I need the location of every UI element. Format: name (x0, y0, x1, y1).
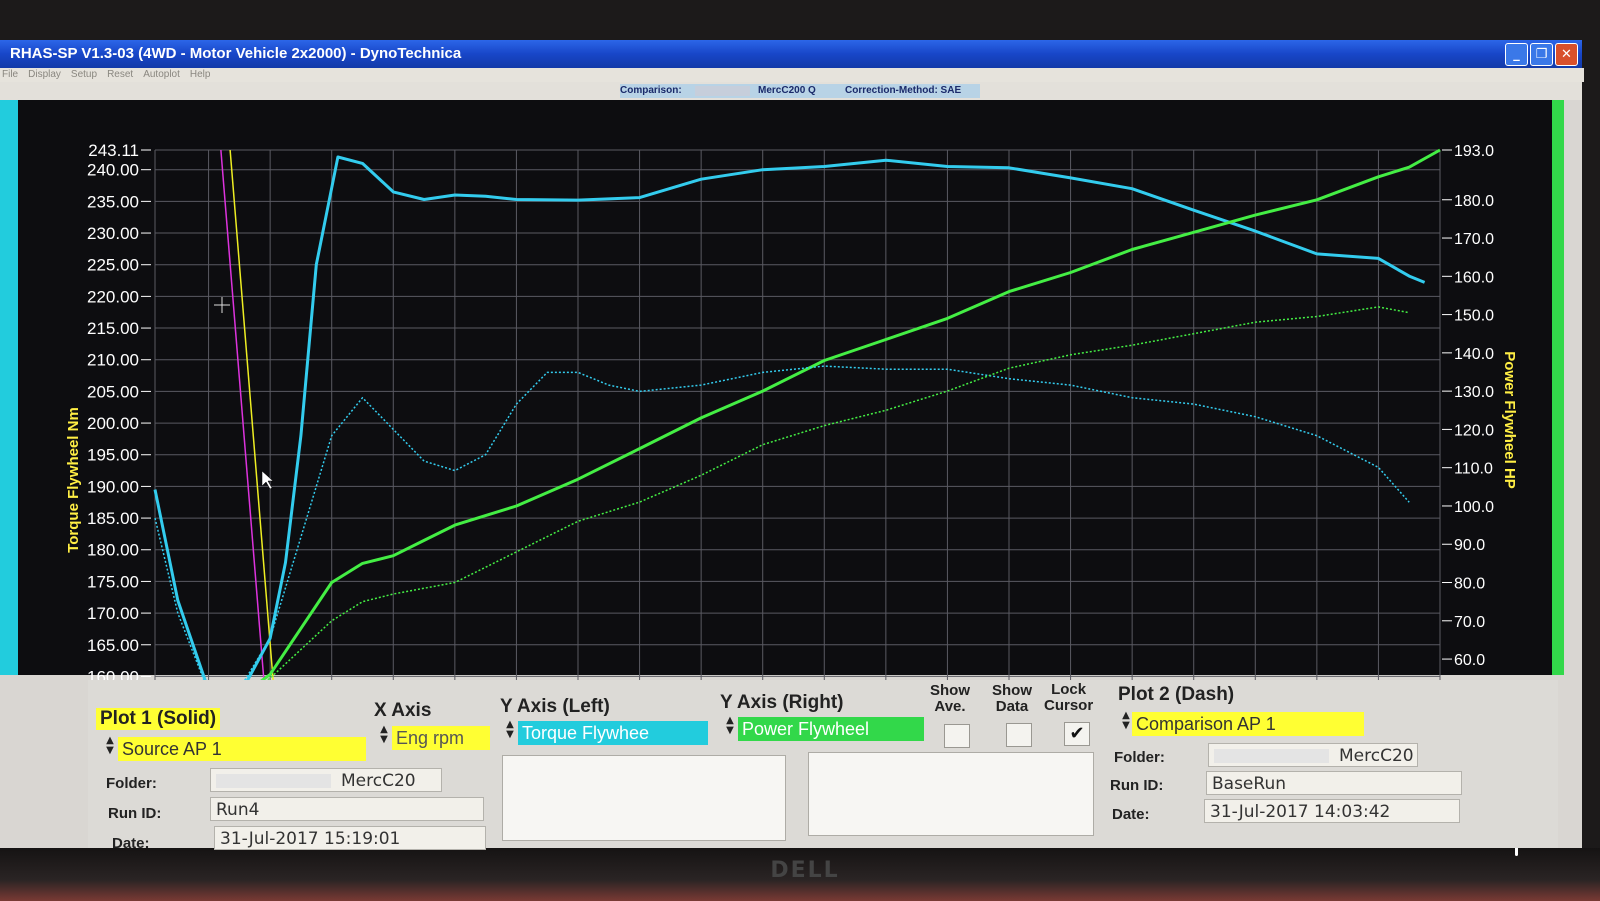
show-data-label: Show Data (992, 682, 1032, 715)
plot1-source-select[interactable]: Source AP 1 (118, 737, 366, 761)
series-line-2 (154, 365, 1410, 694)
maximize-button[interactable]: ❐ (1530, 43, 1553, 66)
plot2-source-select[interactable]: Comparison AP 1 (1132, 712, 1364, 736)
y-left-spinner[interactable]: ▲ ▼ (504, 720, 516, 740)
x-axis-select[interactable]: Eng rpm (392, 726, 490, 750)
plot1-source-spinner[interactable]: ▲ ▼ (104, 736, 116, 756)
y-left-tick-label: 240.00 (87, 161, 139, 180)
lock-cursor-label: Lock Cursor (1044, 681, 1094, 714)
y-left-axis-title: Torque Flywheel Nm (65, 407, 82, 553)
show-ave-checkbox[interactable] (944, 724, 970, 748)
y-left-tick-label: 215.00 (87, 319, 139, 338)
plot1-runid-field[interactable]: Run4 (210, 797, 484, 821)
y-left-tick-label: 195.00 (87, 446, 139, 465)
y-left-tick-label: 170.00 (87, 604, 139, 623)
y-left-tick-label: 235.00 (87, 192, 139, 211)
info-box-left (502, 755, 786, 841)
plot1-runid-label: Run ID: (108, 805, 162, 822)
y-right-tick-label: 100.0 (1454, 499, 1494, 516)
control-panel: Plot 1 (Solid) ▲ ▼ Source AP 1 Folder: Me… (88, 680, 1558, 852)
plot1-folder-field[interactable]: MercC20 (210, 768, 442, 792)
plot1-date-field[interactable]: 31-Jul-2017 15:19:01 (214, 826, 486, 850)
minimize-button[interactable]: _ (1505, 43, 1528, 66)
plot2-source-spinner[interactable]: ▲ ▼ (1120, 711, 1132, 731)
plot1-date-label: Date: (112, 835, 150, 852)
y-left-tick-label: 185.00 (87, 509, 139, 528)
y-right-tick-label: 193.0 (1454, 143, 1494, 160)
y-left-tick-label: 243.11 (88, 141, 139, 160)
crosshair-marker (214, 297, 230, 313)
show-data-checkbox[interactable] (1006, 723, 1032, 747)
plot1-folder-value: MercC20 (341, 771, 416, 791)
info-box-right (808, 752, 1094, 836)
y-right-tick-label: 180.0 (1454, 193, 1494, 210)
x-axis-spinner[interactable]: ▲ ▼ (378, 725, 390, 745)
y-right-tick-label: 120.0 (1454, 422, 1494, 439)
window-controls: _ ❐ ✕ (1505, 43, 1578, 66)
y-left-tick-label: 180.00 (87, 541, 139, 560)
plot2-date-label: Date: (1112, 806, 1150, 823)
plot2-date-field[interactable]: 31-Jul-2017 14:03:42 (1204, 799, 1460, 823)
y-left-tick-label: 225.00 (87, 256, 139, 275)
lock-cursor-checkbox[interactable]: ✔ (1064, 722, 1090, 746)
y-left-tick-label: 200.00 (87, 414, 139, 433)
y-right-axis-title: Power Flywheel HP (1501, 351, 1518, 489)
plot2-runid-field[interactable]: BaseRun (1206, 771, 1462, 795)
title-bar: RHAS-SP V1.3-03 (4WD - Motor Vehicle 2x2… (0, 40, 1582, 68)
y-right-tick-label: 110.0 (1454, 461, 1493, 478)
y-right-axis-panel-title: Y Axis (Right) (720, 692, 844, 713)
y-right-tick-label: 80.0 (1454, 576, 1485, 593)
y-right-tick-label: 130.0 (1454, 384, 1494, 401)
monitor-logo: DELL (770, 858, 840, 883)
y-right-tick-label: 70.0 (1454, 614, 1485, 631)
y-left-tick-label: 230.00 (87, 224, 139, 243)
app-window: RHAS-SP V1.3-03 (4WD - Motor Vehicle 2x2… (0, 40, 1584, 852)
y-right-tick-label: 60.0 (1454, 652, 1485, 669)
plot1-folder-label: Folder: (106, 775, 157, 792)
y-right-spinner[interactable]: ▲ ▼ (724, 716, 736, 736)
show-ave-label: Show Ave. (930, 682, 970, 715)
y-left-tick-label: 210.00 (87, 351, 139, 370)
x-axis-title: X Axis (374, 700, 432, 721)
close-button[interactable]: ✕ (1555, 43, 1578, 66)
y-left-tick-label: 175.00 (87, 572, 139, 591)
y-right-tick-label: 90.0 (1454, 537, 1485, 554)
y-right-tick-label: 170.0 (1454, 231, 1494, 248)
y-left-tick-label: 205.00 (87, 382, 139, 401)
y-right-tick-label: 140.0 (1454, 346, 1494, 363)
plot2-folder-field[interactable]: MercC20 (1208, 743, 1418, 767)
plot1-title: Plot 1 (Solid) (96, 708, 221, 730)
window-title: RHAS-SP V1.3-03 (4WD - Motor Vehicle 2x2… (10, 45, 462, 62)
plot2-runid-label: Run ID: (1110, 777, 1164, 794)
plot2-folder-value: MercC20 (1339, 746, 1414, 766)
series-line-3 (154, 306, 1410, 704)
series-line-0 (153, 155, 1426, 697)
y-right-tick-label: 150.0 (1454, 308, 1494, 325)
y-left-select[interactable]: Torque Flywhee (518, 721, 708, 745)
plot2-title: Plot 2 (Dash) (1118, 684, 1235, 705)
y-left-tick-label: 220.00 (87, 287, 139, 306)
y-right-tick-label: 160.0 (1454, 269, 1494, 286)
y-left-axis-panel-title: Y Axis (Left) (500, 696, 610, 717)
plot2-folder-label: Folder: (1114, 749, 1165, 766)
dyno-chart[interactable]: 243.11240.00 235.00 230.00 225.00 220.00 215.… (0, 80, 1582, 720)
y-right-select[interactable]: Power Flywheel (738, 717, 924, 741)
y-left-tick-label: 190.00 (87, 477, 139, 496)
y-left-tick-label: 165.00 (87, 636, 139, 655)
